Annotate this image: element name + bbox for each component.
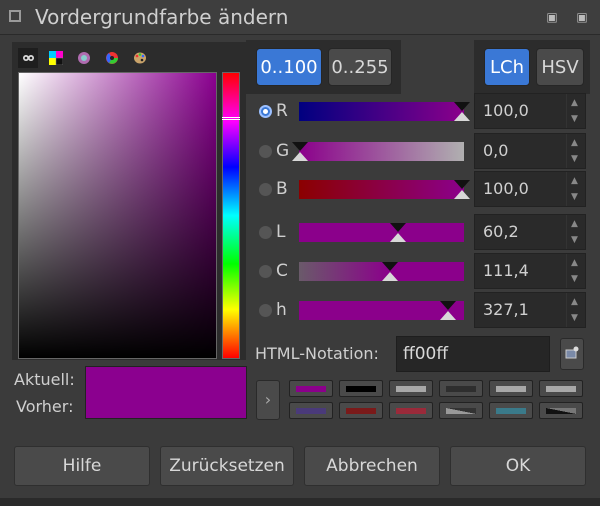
cmyk-icon[interactable]	[46, 48, 66, 68]
lch-button[interactable]: LCh	[484, 48, 530, 86]
channel-label-g: G	[276, 141, 290, 161]
slider-g-handle-top[interactable]	[292, 142, 308, 151]
watercolor-icon[interactable]	[74, 48, 94, 68]
history-swatch-9[interactable]	[389, 402, 433, 419]
range-0-100-button[interactable]: 0..100	[256, 48, 322, 86]
slider-l[interactable]	[299, 223, 464, 242]
palette-icon[interactable]	[130, 48, 150, 68]
close-icon[interactable]: ▣	[575, 10, 589, 24]
model-toggle-group: LCh HSV	[474, 40, 590, 94]
slider-r-handle-top[interactable]	[454, 102, 470, 111]
saturation-value-area[interactable]	[18, 72, 217, 359]
history-swatch-6[interactable]	[539, 380, 583, 397]
channel-label-b: B	[276, 179, 288, 199]
current-label: Aktuell:	[14, 370, 75, 389]
channel-label-h: h	[276, 300, 287, 320]
hsv-button[interactable]: HSV	[536, 48, 584, 86]
channel-label-l: L	[276, 222, 286, 242]
channel-label-c: C	[276, 261, 288, 281]
spin-b[interactable]: 100,0 ▲ ▼	[474, 171, 586, 207]
slider-l-handle-bottom[interactable]	[390, 233, 406, 242]
spin-c-arrows[interactable]: ▲ ▼	[566, 254, 585, 288]
spin-b-arrows[interactable]: ▲ ▼	[566, 172, 585, 206]
history-swatch-8[interactable]	[339, 402, 383, 419]
spin-g-arrows[interactable]: ▲ ▼	[566, 134, 585, 168]
spin-l-value[interactable]: 60,2	[483, 222, 519, 241]
html-notation-value[interactable]: ff00ff	[403, 344, 448, 364]
color-selector-pane	[12, 42, 246, 360]
spin-g[interactable]: 0,0 ▲ ▼	[474, 133, 586, 169]
history-swatch-1[interactable]	[289, 380, 333, 397]
hue-slider[interactable]	[222, 72, 240, 359]
history-swatch-5[interactable]	[489, 380, 533, 397]
radio-c[interactable]	[259, 265, 272, 278]
window-title: Vordergrundfarbe ändern	[35, 5, 289, 29]
radio-b[interactable]	[259, 183, 272, 196]
gimp-icon[interactable]	[18, 48, 38, 68]
history-swatch-11[interactable]	[489, 402, 533, 419]
eyedropper-icon	[565, 346, 579, 359]
hue-marker[interactable]	[222, 117, 240, 120]
history-swatch-3[interactable]	[389, 380, 433, 397]
slider-c[interactable]	[299, 262, 464, 281]
slider-r-handle-bottom[interactable]	[454, 112, 470, 121]
slider-b[interactable]	[299, 180, 470, 199]
spin-g-value[interactable]: 0,0	[483, 141, 508, 160]
minimize-icon[interactable]: ▣	[545, 10, 559, 24]
spin-l[interactable]: 60,2 ▲ ▼	[474, 214, 586, 250]
slider-r[interactable]	[299, 102, 470, 121]
slider-l-handle-top[interactable]	[390, 223, 406, 232]
color-picker-button[interactable]	[560, 338, 584, 370]
slider-g[interactable]	[292, 142, 464, 161]
slider-g-handle-bottom[interactable]	[292, 152, 308, 161]
html-notation-label: HTML-Notation:	[255, 344, 379, 363]
spin-r-value[interactable]: 100,0	[483, 101, 529, 120]
range-0-255-button[interactable]: 0..255	[328, 48, 392, 86]
window-menu-icon[interactable]	[9, 10, 21, 22]
history-swatch-2[interactable]	[339, 380, 383, 397]
ok-button[interactable]: OK	[450, 446, 586, 486]
spin-r-arrows[interactable]: ▲ ▼	[566, 94, 585, 128]
spin-h-value[interactable]: 327,1	[483, 300, 529, 319]
radio-r[interactable]	[259, 105, 272, 118]
history-expand-button[interactable]: ›	[256, 380, 280, 420]
color-swatch	[85, 366, 247, 419]
slider-b-handle-bottom[interactable]	[454, 190, 470, 199]
spin-h[interactable]: 327,1 ▲ ▼	[474, 292, 586, 328]
history-swatch-7[interactable]	[289, 402, 333, 419]
history-swatch-10[interactable]	[439, 402, 483, 419]
history-swatch-12[interactable]	[539, 402, 583, 419]
spin-l-arrows[interactable]: ▲ ▼	[566, 215, 585, 249]
spin-c[interactable]: 111,4 ▲ ▼	[474, 253, 586, 289]
cancel-button[interactable]: Abbrechen	[304, 446, 440, 486]
range-toggle-group: 0..100 0..255	[246, 40, 401, 94]
slider-c-handle-top[interactable]	[382, 262, 398, 271]
slider-h-handle-top[interactable]	[440, 301, 456, 310]
slider-h-handle-bottom[interactable]	[440, 311, 456, 320]
help-button[interactable]: Hilfe	[14, 446, 150, 486]
html-notation-input[interactable]: ff00ff	[396, 336, 550, 372]
spin-h-arrows[interactable]: ▲ ▼	[566, 293, 585, 327]
slider-c-handle-bottom[interactable]	[382, 272, 398, 281]
spin-r[interactable]: 100,0 ▲ ▼	[474, 93, 586, 129]
radio-l[interactable]	[259, 226, 272, 239]
channel-label-r: R	[276, 101, 288, 121]
title-bar: Vordergrundfarbe ändern ▣ ▣	[0, 0, 600, 35]
window-bottom-edge	[0, 498, 600, 506]
radio-h[interactable]	[259, 304, 272, 317]
previous-label: Vorher:	[16, 397, 74, 416]
spin-c-value[interactable]: 111,4	[483, 261, 529, 280]
radio-g[interactable]	[259, 145, 272, 158]
history-swatch-4[interactable]	[439, 380, 483, 397]
reset-button[interactable]: Zurücksetzen	[160, 446, 294, 486]
slider-b-handle-top[interactable]	[454, 180, 470, 189]
slider-h[interactable]	[299, 301, 464, 320]
spin-b-value[interactable]: 100,0	[483, 179, 529, 198]
wheel-icon[interactable]	[102, 48, 122, 68]
